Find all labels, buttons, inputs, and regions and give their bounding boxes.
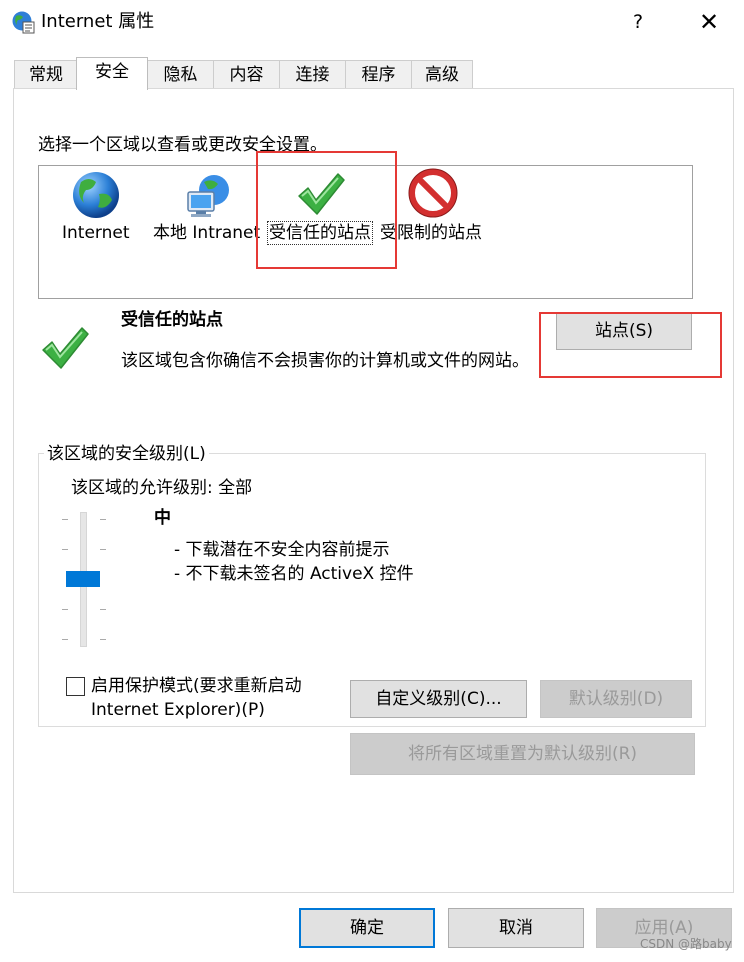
window-title: Internet 属性 bbox=[41, 11, 155, 32]
tab-advanced[interactable]: 高级 bbox=[411, 60, 473, 88]
protected-mode-checkbox[interactable] bbox=[66, 677, 85, 696]
restricted-icon bbox=[408, 168, 458, 218]
intranet-icon bbox=[187, 175, 229, 217]
internet-globe-icon bbox=[12, 11, 35, 34]
highlight-box-zone bbox=[256, 151, 397, 269]
tab-general[interactable]: 常规 bbox=[14, 60, 78, 88]
slider-tick bbox=[62, 639, 68, 640]
zone-info-title: 受信任的站点 bbox=[121, 310, 223, 330]
slider-tick bbox=[62, 609, 68, 610]
tab-strip: 常规 安全 隐私 内容 连接 程序 高级 bbox=[14, 57, 734, 90]
tab-security[interactable]: 安全 bbox=[76, 57, 148, 90]
slider-tick bbox=[62, 519, 68, 520]
close-button[interactable]: ✕ bbox=[694, 8, 724, 36]
tab-connections[interactable]: 连接 bbox=[279, 60, 346, 88]
allowed-levels-text: 该区域的允许级别: 全部 bbox=[71, 478, 253, 498]
slider-tick bbox=[100, 549, 106, 550]
zone-local-intranet[interactable]: 本地 Intranet bbox=[150, 168, 266, 248]
slider-tick bbox=[100, 639, 106, 640]
custom-level-button[interactable]: 自定义级别(C)... bbox=[350, 680, 527, 718]
security-level-legend: 该区域的安全级别(L) bbox=[44, 443, 209, 465]
watermark: CSDN @路baby bbox=[640, 937, 732, 951]
tab-programs[interactable]: 程序 bbox=[345, 60, 412, 88]
security-level-item: - 下载潜在不安全内容前提示 bbox=[174, 540, 390, 560]
highlight-box-sites bbox=[539, 312, 722, 378]
tab-content[interactable]: 内容 bbox=[213, 60, 280, 88]
zone-label-local-intranet: 本地 Intranet bbox=[153, 223, 261, 243]
cancel-button[interactable]: 取消 bbox=[448, 908, 584, 948]
zone-info-checkmark-icon bbox=[42, 327, 89, 369]
zone-internet[interactable]: Internet bbox=[58, 168, 136, 248]
globe-icon bbox=[73, 172, 119, 218]
slider-tick bbox=[100, 609, 106, 610]
security-level-item: - 不下载未签名的 ActiveX 控件 bbox=[174, 564, 414, 584]
reset-all-zones-button[interactable]: 将所有区域重置为默认级别(R) bbox=[350, 733, 695, 775]
slider-tick bbox=[100, 519, 106, 520]
title-bar: Internet 属性 ? ✕ bbox=[0, 0, 744, 46]
default-level-button[interactable]: 默认级别(D) bbox=[540, 680, 692, 718]
protected-mode-label[interactable]: 启用保护模式(要求重新启动 Internet Explorer)(P) bbox=[91, 674, 341, 722]
zone-info-description: 该区域包含你确信不会损害你的计算机或文件的网站。 bbox=[121, 351, 529, 371]
help-button[interactable]: ? bbox=[626, 9, 650, 35]
slider-tick bbox=[62, 549, 68, 550]
security-level-slider-thumb[interactable] bbox=[66, 571, 100, 587]
security-level-name: 中 bbox=[154, 508, 171, 528]
zone-label-internet: Internet bbox=[62, 223, 130, 243]
ok-button[interactable]: 确定 bbox=[299, 908, 435, 948]
tab-privacy[interactable]: 隐私 bbox=[147, 60, 214, 88]
